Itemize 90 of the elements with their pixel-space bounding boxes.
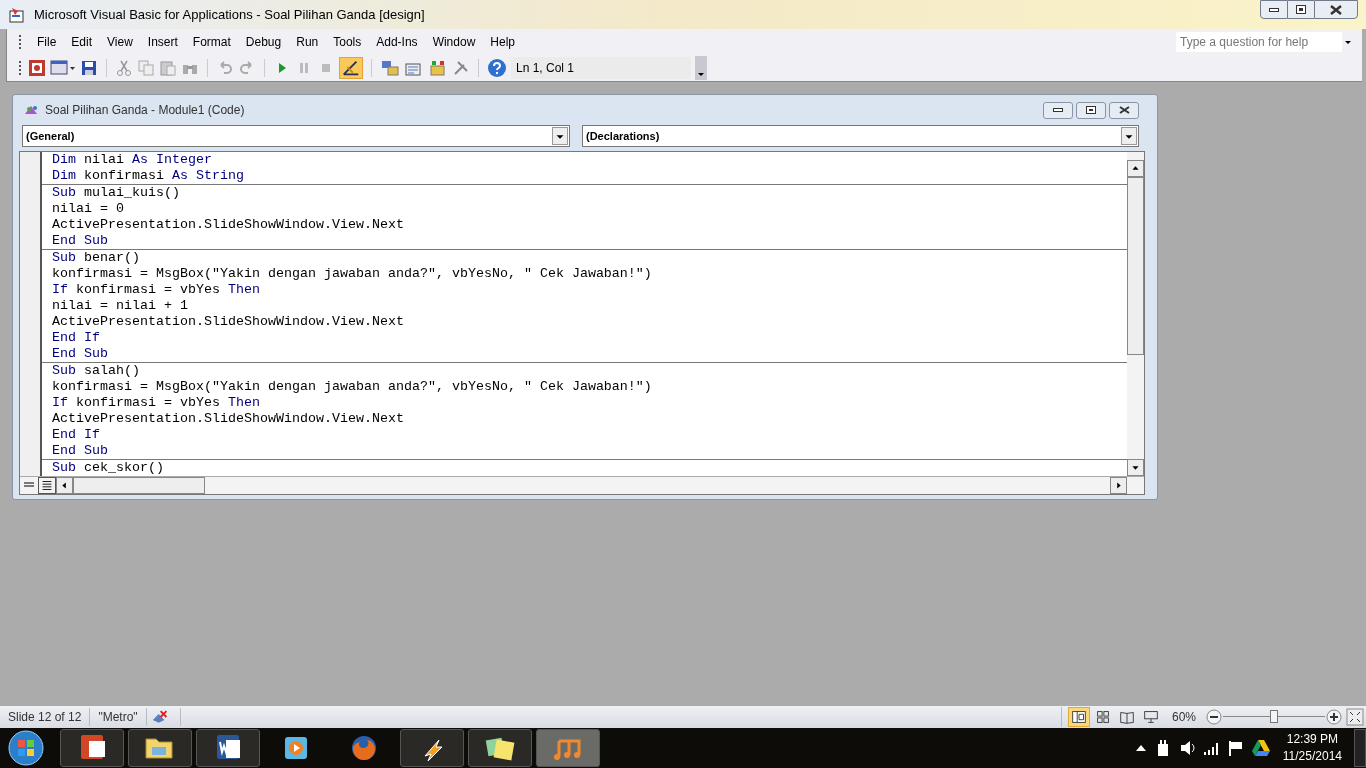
- close-button[interactable]: [1109, 101, 1139, 119]
- app-icon: [8, 5, 26, 24]
- menu-item[interactable]: Insert: [140, 33, 185, 51]
- maximize-button[interactable]: [1288, 0, 1314, 19]
- scroll-up-icon[interactable]: [1127, 160, 1144, 177]
- close-icon: [1330, 4, 1342, 15]
- scroll-down-icon[interactable]: [1127, 459, 1144, 476]
- scrollbar-thumb[interactable]: [1127, 177, 1144, 355]
- close-icon: [1118, 106, 1130, 114]
- code-line: konfirmasi = MsgBox("Yakin dengan jawaban anda?", vbYesNo, " Cek Jawaban!"): [52, 266, 653, 282]
- code-editor[interactable]: [19, 151, 1145, 495]
- fit-to-window-icon[interactable]: [1346, 708, 1364, 726]
- taskbar-button[interactable]: [60, 729, 124, 767]
- minimize-button[interactable]: [1260, 0, 1288, 19]
- menu-item[interactable]: Add-Ins: [369, 33, 425, 51]
- code-line: Sub salah(): [52, 363, 141, 379]
- taskbar-button[interactable]: [468, 729, 532, 767]
- zoom-slider-thumb[interactable]: [1270, 710, 1278, 723]
- code-line: Dim nilai As Integer: [52, 152, 213, 168]
- form-icon[interactable]: [50, 59, 76, 77]
- menu-item[interactable]: Window: [425, 33, 483, 51]
- flag-icon[interactable]: [1226, 739, 1245, 757]
- menu-item[interactable]: View: [100, 33, 140, 51]
- object-dropdown[interactable]: (General): [22, 125, 570, 147]
- code-line: ActivePresentation.SlideShowWindow.View.Next: [52, 217, 405, 233]
- code-line: ActivePresentation.SlideShowWindow.View.Next: [52, 314, 405, 330]
- code-window-title: Soal Pilihan Ganda - Module1 (Code): [45, 102, 245, 119]
- code-line: Sub benar(): [52, 250, 141, 266]
- help-search-field[interactable]: Type a question for help: [1176, 32, 1354, 52]
- code-line: End If: [52, 427, 101, 443]
- normal-view-icon[interactable]: [1067, 707, 1090, 727]
- code-line: ActivePresentation.SlideShowWindow.View.Next: [52, 411, 405, 427]
- toolbar-options-icon[interactable]: [695, 56, 707, 80]
- taskbar-button[interactable]: [128, 729, 192, 767]
- close-button[interactable]: [1314, 0, 1358, 19]
- code-line: If konfirmasi = vbYes Then: [52, 282, 261, 298]
- zoom-out-icon[interactable]: [1206, 709, 1222, 725]
- full-module-view-icon[interactable]: [38, 477, 56, 494]
- project-explorer-icon[interactable]: [380, 59, 400, 77]
- taskbar-button[interactable]: [196, 729, 260, 767]
- menu-item[interactable]: Debug: [238, 33, 289, 51]
- code-line: Sub mulai_kuis(): [52, 185, 181, 201]
- zoom-in-icon[interactable]: [1326, 709, 1342, 725]
- save-icon[interactable]: [80, 59, 98, 77]
- help-icon[interactable]: [487, 58, 507, 78]
- design-mode-icon[interactable]: [339, 57, 363, 79]
- speaker-icon[interactable]: [1178, 739, 1197, 757]
- show-hidden-icons-icon[interactable]: [1134, 743, 1147, 753]
- window-title: Microsoft Visual Basic for Applications - Soal Pilihan Ganda [design]: [34, 5, 425, 24]
- code-line: konfirmasi = MsgBox("Yakin dengan jawaban anda?", vbYesNo, " Cek Jawaban!"): [52, 379, 653, 395]
- code-line: Dim konfirmasi As String: [52, 168, 245, 184]
- clock-date[interactable]: 11/25/2014: [1282, 748, 1342, 765]
- cursor-position-field: Ln 1, Col 1: [511, 57, 691, 79]
- minimize-icon: [1269, 7, 1279, 12]
- horizontal-scrollbar-thumb[interactable]: [73, 477, 205, 494]
- procedure-dropdown[interactable]: (Declarations): [582, 125, 1139, 147]
- taskbar-button[interactable]: [400, 729, 464, 767]
- triangle-logo-icon[interactable]: [1250, 739, 1271, 757]
- slide-icon[interactable]: [28, 59, 46, 77]
- menu-item[interactable]: Edit: [64, 33, 100, 51]
- restore-icon: [1086, 106, 1096, 114]
- code-line: End Sub: [52, 443, 109, 459]
- code-line: End Sub: [52, 233, 109, 249]
- zoom-percentage[interactable]: 60%: [1161, 708, 1206, 726]
- menu-item[interactable]: Help: [483, 33, 522, 51]
- slide-counter: Slide 12 of 12: [0, 708, 91, 726]
- signal-bars-icon[interactable]: [1202, 740, 1221, 756]
- zoom-slider[interactable]: [1223, 709, 1325, 725]
- code-line: End Sub: [52, 346, 109, 362]
- toolbox-icon[interactable]: [452, 59, 470, 77]
- code-line: nilai = nilai + 1: [52, 298, 189, 314]
- object-browser-icon[interactable]: [428, 59, 448, 77]
- menu-item[interactable]: Tools: [326, 33, 369, 51]
- minimize-button[interactable]: [1043, 101, 1073, 119]
- minimize-icon: [1053, 108, 1063, 112]
- clock-time[interactable]: 12:39 PM: [1286, 731, 1339, 748]
- vertical-scrollbar[interactable]: [1127, 152, 1144, 476]
- code-line: End If: [52, 330, 101, 346]
- scroll-right-icon[interactable]: [1110, 477, 1127, 494]
- maximize-icon: [1296, 5, 1306, 14]
- code-line: nilai = 0: [52, 201, 125, 217]
- menu-item[interactable]: File: [30, 33, 64, 51]
- scroll-left-icon[interactable]: [56, 477, 73, 494]
- code-line: Sub cek_skor(): [52, 460, 165, 476]
- menu-item[interactable]: Run: [289, 33, 326, 51]
- restore-button[interactable]: [1076, 101, 1106, 119]
- code-line: If konfirmasi = vbYes Then: [52, 395, 261, 411]
- start-button[interactable]: [6, 729, 46, 767]
- theme-name: "Metro": [90, 708, 147, 726]
- menu-item[interactable]: Format: [185, 33, 238, 51]
